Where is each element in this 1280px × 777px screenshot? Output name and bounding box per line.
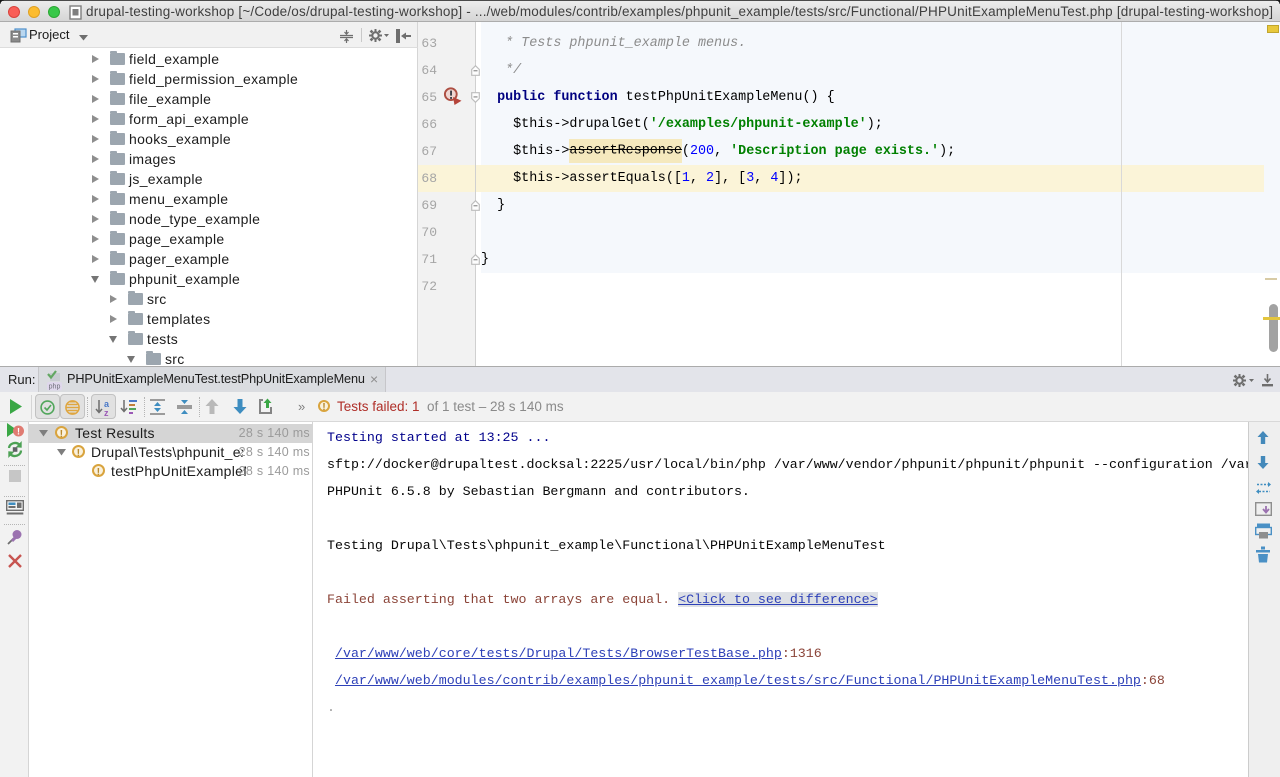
svg-text:z: z xyxy=(104,408,109,418)
svg-text:php: php xyxy=(49,384,61,391)
svg-text:!: ! xyxy=(17,427,20,437)
